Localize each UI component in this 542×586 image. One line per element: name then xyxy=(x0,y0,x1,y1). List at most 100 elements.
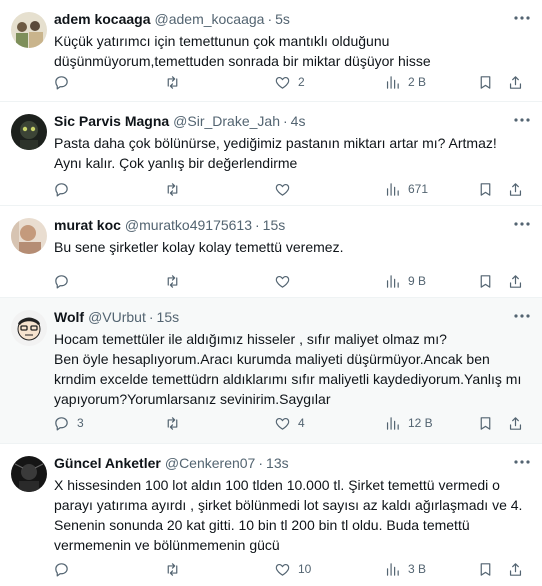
more-icon[interactable] xyxy=(512,306,532,326)
avatar[interactable] xyxy=(11,12,47,48)
bookmark-button[interactable] xyxy=(471,410,500,436)
author-handle[interactable]: @muratko49175613 xyxy=(125,217,252,233)
reply-button[interactable] xyxy=(44,69,77,95)
author-handle[interactable]: @Sir_Drake_Jah xyxy=(173,113,280,129)
bookmark-button[interactable] xyxy=(471,176,500,202)
tweet-actions: 671 xyxy=(44,176,542,202)
reply-button[interactable] xyxy=(44,268,77,294)
share-button[interactable] xyxy=(501,176,530,202)
retweet-button[interactable] xyxy=(155,176,188,202)
like-count: 10 xyxy=(298,562,312,576)
view-count: 671 xyxy=(408,182,429,196)
bookmark-button[interactable] xyxy=(471,69,500,95)
retweet-button[interactable] xyxy=(155,69,188,95)
author-name[interactable]: Sic Parvis Magna xyxy=(54,113,169,129)
reply-icon xyxy=(55,182,68,196)
tweet-actions: 10 3 B xyxy=(44,556,542,582)
like-button[interactable]: 2 xyxy=(265,69,305,95)
more-icon[interactable] xyxy=(512,8,532,28)
tweet[interactable]: Wolf @VUrbut · 15s Hocam temettüler ile ald… xyxy=(0,298,542,444)
separator-dot: · xyxy=(255,217,260,233)
avatar[interactable] xyxy=(11,456,47,492)
author-handle[interactable]: @Cenkeren07 xyxy=(165,455,256,471)
reply-icon xyxy=(55,274,68,288)
reply-button[interactable] xyxy=(44,176,77,202)
retweet-icon xyxy=(167,274,178,288)
share-button[interactable] xyxy=(501,556,530,582)
views-button[interactable]: 3 B xyxy=(375,556,426,582)
tweet-feed: adem kocaaga @adem_kocaaga · 5s Küçük yatır… xyxy=(0,0,542,586)
views-button[interactable]: 9 B xyxy=(375,268,426,294)
retweet-button[interactable] xyxy=(155,268,188,294)
tweet-text: Bu sene şirketler kolay kolay temettü ve… xyxy=(54,239,344,255)
like-icon xyxy=(275,76,290,89)
share-button[interactable] xyxy=(501,69,530,95)
timestamp[interactable]: 5s xyxy=(275,11,290,27)
tweet-actions: 2 2 B xyxy=(44,69,542,95)
author-handle[interactable]: @adem_kocaaga xyxy=(155,11,265,27)
share-icon xyxy=(509,75,522,89)
timestamp[interactable]: 15s xyxy=(157,309,180,325)
bookmark-button[interactable] xyxy=(471,268,500,294)
like-button[interactable] xyxy=(265,268,298,294)
bookmark-button[interactable] xyxy=(471,556,500,582)
tweet-actions: 9 B xyxy=(44,268,542,294)
views-icon xyxy=(386,416,399,430)
avatar[interactable] xyxy=(11,114,47,150)
like-count: 2 xyxy=(298,75,305,89)
share-button[interactable] xyxy=(501,268,530,294)
like-icon xyxy=(275,563,290,576)
tweet[interactable]: Sic Parvis Magna @Sir_Drake_Jah · 4s Pasta … xyxy=(0,102,542,206)
avatar[interactable] xyxy=(11,310,47,346)
author-name[interactable]: adem kocaaga xyxy=(54,11,151,27)
views-button[interactable]: 671 xyxy=(375,176,428,202)
more-icon[interactable] xyxy=(512,110,532,130)
separator-dot: · xyxy=(267,11,273,27)
author-name[interactable]: Güncel Anketler xyxy=(54,455,161,471)
view-count: 3 B xyxy=(408,562,427,576)
more-icon[interactable] xyxy=(512,214,532,234)
reply-button[interactable] xyxy=(44,556,77,582)
retweet-icon xyxy=(167,416,178,430)
more-icon[interactable] xyxy=(512,452,532,472)
retweet-icon xyxy=(167,182,178,196)
avatar[interactable] xyxy=(11,218,47,254)
author-name[interactable]: murat koc xyxy=(54,217,121,233)
timestamp[interactable]: 4s xyxy=(291,113,306,129)
share-button[interactable] xyxy=(501,410,530,436)
views-button[interactable]: 2 B xyxy=(375,69,426,95)
tweet-text: Pasta daha çok bölünürse, yediğimiz past… xyxy=(54,135,497,171)
like-button[interactable]: 10 xyxy=(265,556,311,582)
like-button[interactable]: 4 xyxy=(265,410,305,436)
views-icon xyxy=(386,75,399,89)
retweet-button[interactable] xyxy=(155,556,188,582)
tweet-text: Küçük yatırımcı için temettunun çok mant… xyxy=(54,33,431,69)
separator-dot: · xyxy=(282,113,288,129)
separator-dot: · xyxy=(258,455,264,471)
views-icon xyxy=(386,562,399,576)
bookmark-icon xyxy=(480,75,491,89)
bookmark-icon xyxy=(480,562,491,576)
tweet[interactable]: adem kocaaga @adem_kocaaga · 5s Küçük yatır… xyxy=(0,0,542,102)
bookmark-icon xyxy=(480,182,491,196)
tweet-text: Hocam temettüler ile aldığımız hisseler … xyxy=(54,331,522,407)
share-icon xyxy=(509,416,522,430)
timestamp[interactable]: 15s xyxy=(263,217,286,233)
like-button[interactable] xyxy=(265,176,298,202)
tweet[interactable]: Güncel Anketler @Cenkeren07 · 13s X hissesi… xyxy=(0,444,542,586)
tweet[interactable]: murat koc @muratko49175613 · 15s Bu sene şi… xyxy=(0,206,542,298)
author-name[interactable]: Wolf xyxy=(54,309,84,325)
views-button[interactable]: 12 B xyxy=(375,410,433,436)
retweet-button[interactable] xyxy=(155,410,188,436)
reply-button[interactable]: 3 xyxy=(44,410,84,436)
tweet-actions: 3 4 12 B xyxy=(44,410,542,436)
view-count: 9 B xyxy=(408,274,427,288)
retweet-icon xyxy=(167,75,178,89)
like-icon xyxy=(275,417,290,430)
timestamp[interactable]: 13s xyxy=(266,455,289,471)
views-icon xyxy=(386,182,399,196)
author-handle[interactable]: @VUrbut xyxy=(88,309,146,325)
reply-count: 3 xyxy=(77,416,84,430)
reply-icon xyxy=(55,416,68,430)
share-icon xyxy=(509,182,522,196)
